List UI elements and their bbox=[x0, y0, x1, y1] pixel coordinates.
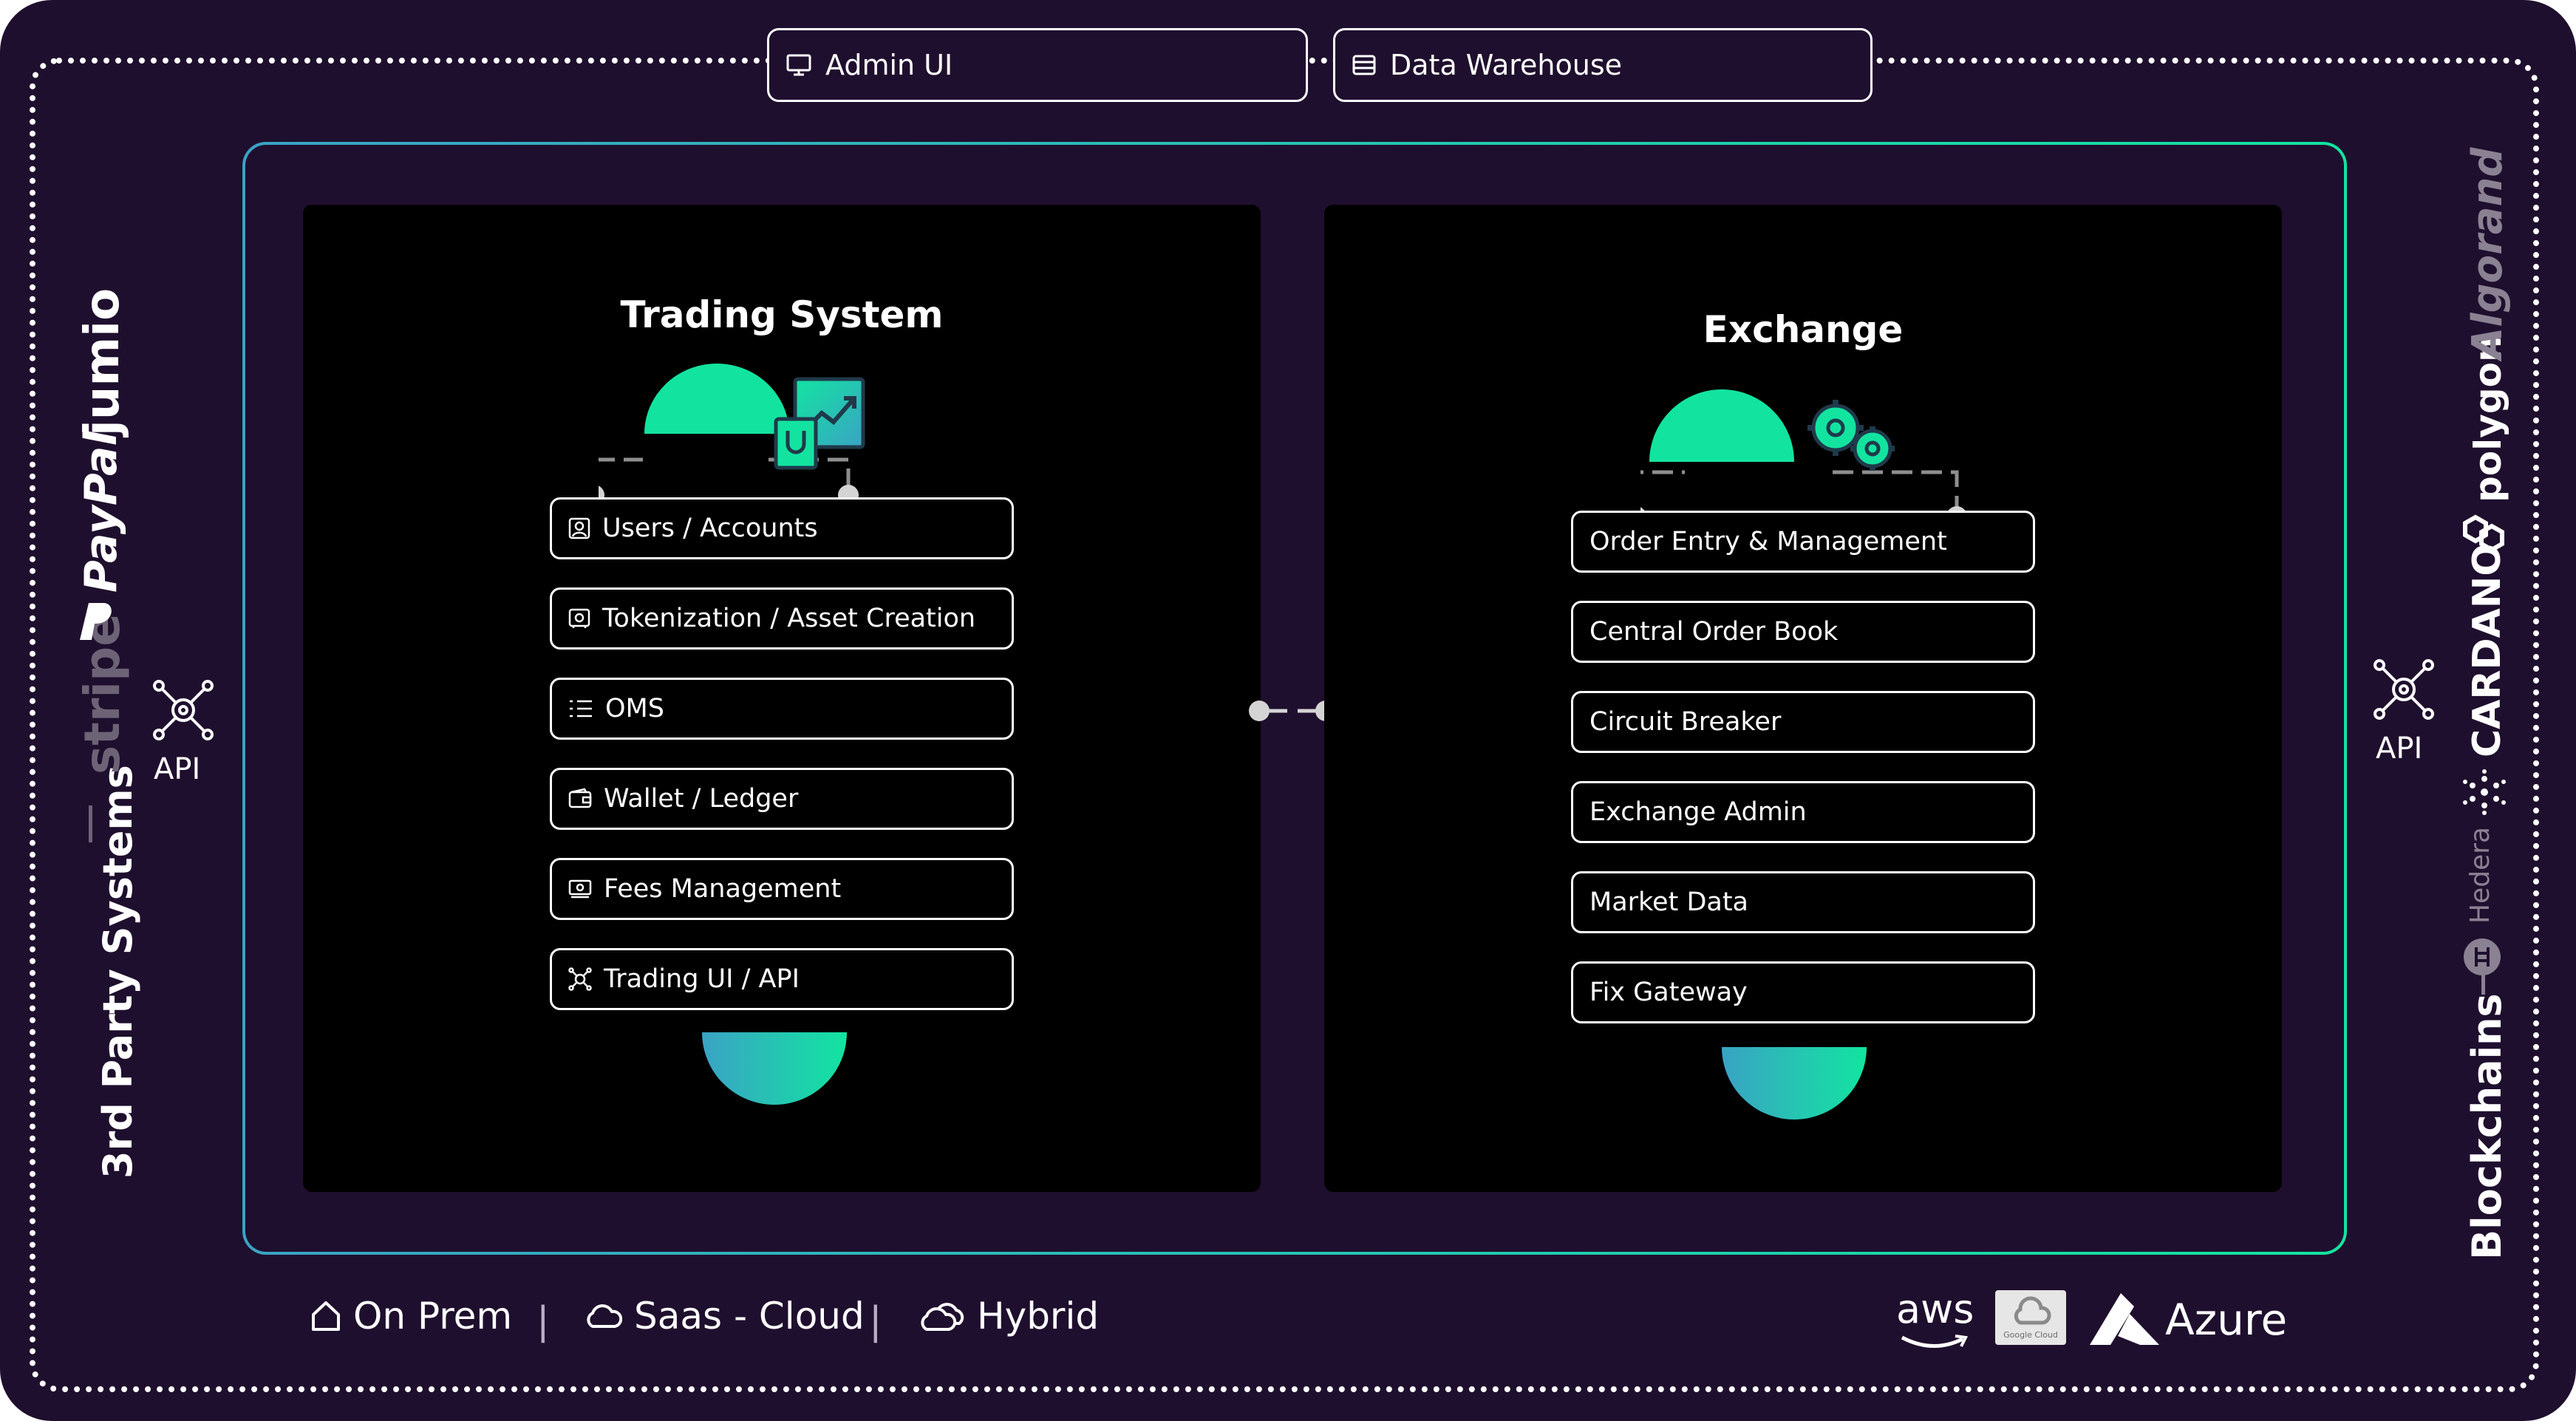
safe-icon bbox=[568, 608, 590, 628]
api-network-icon-left bbox=[153, 680, 214, 740]
hedera-mark-icon bbox=[2464, 938, 2501, 975]
paypal-mark-icon bbox=[80, 603, 112, 640]
wallet-icon bbox=[568, 788, 592, 808]
jumio-logo: jumio bbox=[75, 287, 130, 436]
wallet-ledger-item[interactable]: Wallet / Ledger bbox=[550, 768, 1014, 830]
order-entry-item[interactable]: Order Entry & Management bbox=[1571, 511, 2035, 573]
aws-smile-icon bbox=[1901, 1335, 1969, 1348]
user-icon bbox=[568, 517, 590, 539]
google-cloud-icon bbox=[2014, 1296, 2051, 1325]
central-order-book-item[interactable]: Central Order Book bbox=[1571, 601, 2035, 663]
data-warehouse-label: Data Warehouse bbox=[1390, 49, 1623, 81]
polygon-logo: polygon bbox=[2467, 335, 2509, 502]
trading-bottom-half-disc bbox=[702, 1032, 847, 1105]
separator: | bbox=[536, 1299, 550, 1343]
monitor-icon bbox=[786, 54, 811, 76]
exchange-panel: Exchange Order Entry & Management Centra… bbox=[1324, 205, 2282, 1192]
central-order-book-label: Central Order Book bbox=[1589, 617, 1839, 647]
money-icon bbox=[568, 879, 592, 899]
market-data-label: Market Data bbox=[1589, 887, 1749, 917]
polygon-mark-icon bbox=[2463, 514, 2504, 553]
api-label-left: API bbox=[154, 752, 201, 786]
market-data-item[interactable]: Market Data bbox=[1571, 871, 2035, 933]
database-icon bbox=[1352, 55, 1376, 75]
cardano-logo: CARDANO bbox=[2465, 543, 2509, 757]
diagram-stage: Admin UI Data Warehouse 3rd Party System… bbox=[0, 0, 2576, 1421]
gears-icon bbox=[1807, 400, 1895, 471]
trading-ui-api-label: Trading UI / API bbox=[604, 964, 800, 994]
users-accounts-label: Users / Accounts bbox=[602, 514, 818, 543]
saas-cloud-label: Saas - Cloud bbox=[634, 1295, 865, 1337]
saas-cloud-option: Saas - Cloud bbox=[584, 1295, 865, 1337]
hybrid-option: Hybrid bbox=[916, 1295, 1099, 1337]
cardano-mark-icon bbox=[2463, 769, 2506, 815]
api-label-right: API bbox=[2376, 732, 2423, 766]
users-accounts-item[interactable]: Users / Accounts bbox=[550, 497, 1014, 559]
home-icon bbox=[312, 1301, 340, 1331]
circuit-breaker-item[interactable]: Circuit Breaker bbox=[1571, 691, 2035, 753]
google-cloud-badge: Google Cloud bbox=[1995, 1290, 2066, 1345]
trading-ui-api-item[interactable]: Trading UI / API bbox=[550, 948, 1014, 1010]
hybrid-label: Hybrid bbox=[977, 1295, 1100, 1337]
api-network-icon-right bbox=[2374, 659, 2434, 720]
aws-logo: aws bbox=[1896, 1286, 1974, 1332]
tokenization-item[interactable]: Tokenization / Asset Creation bbox=[550, 587, 1014, 650]
admin-ui-label: Admin UI bbox=[825, 49, 953, 81]
fix-gateway-label: Fix Gateway bbox=[1589, 978, 1748, 1007]
third-party-title: 3rd Party Systems bbox=[95, 765, 141, 1179]
paypal-logo: PayPal bbox=[75, 430, 127, 593]
admin-ui-box[interactable]: Admin UI bbox=[767, 28, 1308, 102]
oms-item[interactable]: OMS bbox=[550, 678, 1014, 740]
fees-management-label: Fees Management bbox=[604, 874, 842, 904]
circuit-breaker-label: Circuit Breaker bbox=[1589, 707, 1782, 737]
google-cloud-label: Google Cloud bbox=[2003, 1330, 2058, 1340]
network-icon bbox=[568, 967, 592, 991]
azure-mark-icon bbox=[2090, 1293, 2159, 1345]
exchange-bottom-half-disc bbox=[1722, 1047, 1867, 1120]
blockchains-title: Blockchains bbox=[2464, 993, 2510, 1260]
algorand-logo: Algorand bbox=[2464, 147, 2512, 359]
oms-label: OMS bbox=[605, 694, 664, 723]
trading-system-panel: Trading System Users / Accounts Tokeniza… bbox=[303, 205, 1261, 1192]
tokenization-label: Tokenization / Asset Creation bbox=[602, 604, 976, 633]
shopping-chart-icon bbox=[774, 377, 865, 470]
data-warehouse-box[interactable]: Data Warehouse bbox=[1333, 28, 1873, 102]
on-prem-option: On Prem bbox=[310, 1295, 512, 1337]
order-entry-label: Order Entry & Management bbox=[1589, 527, 1947, 556]
fix-gateway-item[interactable]: Fix Gateway bbox=[1571, 961, 2035, 1023]
hedera-logo: Hedera bbox=[2465, 826, 2495, 924]
hybrid-cloud-icon bbox=[921, 1303, 964, 1331]
exchange-admin-label: Exchange Admin bbox=[1589, 797, 1807, 827]
cloud-icon bbox=[587, 1304, 622, 1328]
exchange-title: Exchange bbox=[1703, 308, 1904, 351]
exchange-admin-item[interactable]: Exchange Admin bbox=[1571, 781, 2035, 843]
on-prem-label: On Prem bbox=[353, 1295, 513, 1337]
list-icon bbox=[570, 700, 592, 718]
separator: | bbox=[869, 1299, 882, 1343]
trading-system-title: Trading System bbox=[620, 293, 944, 336]
wallet-ledger-label: Wallet / Ledger bbox=[604, 784, 799, 814]
fees-management-item[interactable]: Fees Management bbox=[550, 858, 1014, 920]
azure-logo: Azure bbox=[2165, 1295, 2288, 1345]
logo-divider bbox=[89, 805, 92, 842]
